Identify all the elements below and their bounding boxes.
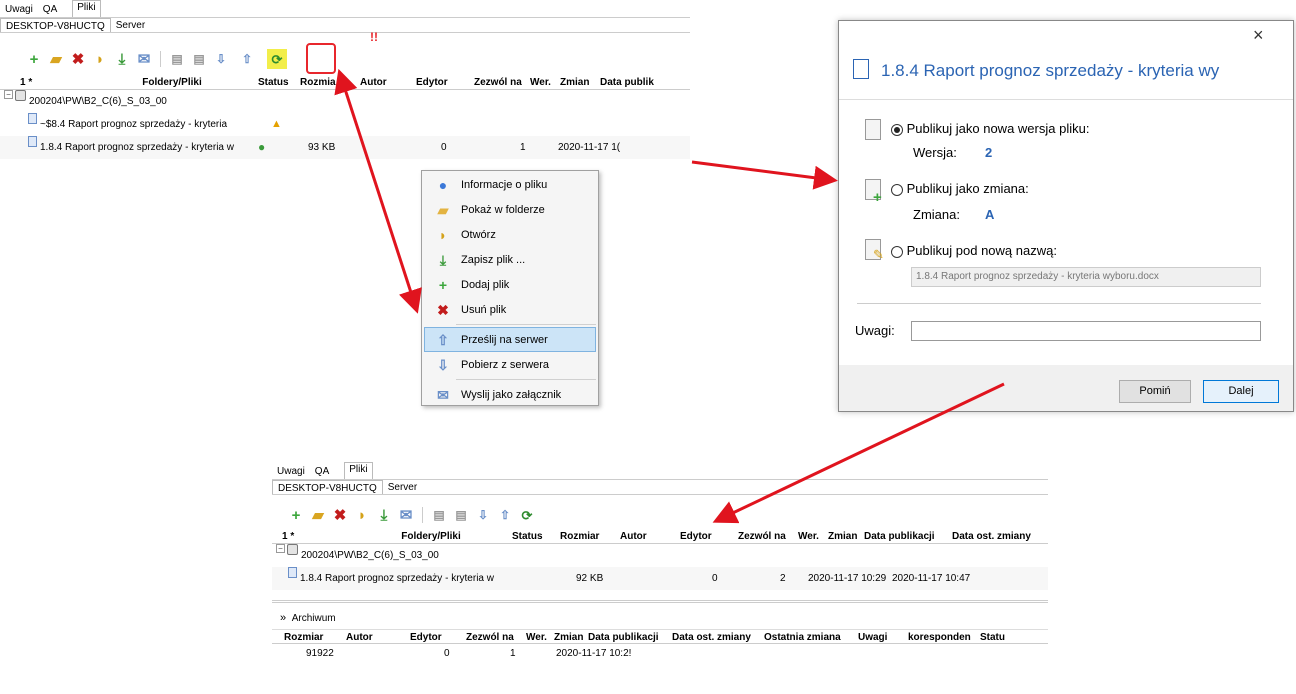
arrow-table-to-dialog (691, 160, 838, 190)
arrow-dialog-to-result (712, 382, 1005, 524)
annotation-arrows (334, 68, 1005, 524)
arrow-toolbar-to-menu (334, 68, 422, 314)
